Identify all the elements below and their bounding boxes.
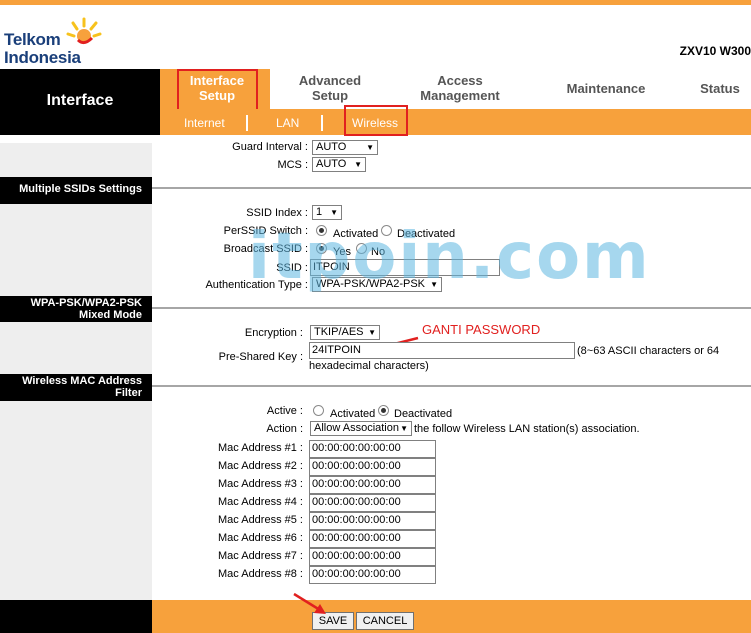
mac-address-input[interactable]: 00:00:00:00:00:00 (309, 440, 436, 458)
mac-address-label: Mac Address #7 : (218, 550, 303, 562)
mcs-label: MCS : (277, 159, 308, 171)
encryption-label: Encryption : (244, 327, 303, 339)
top-accent-bar (0, 0, 751, 5)
ssid-index-label: SSID Index : (246, 207, 308, 219)
mac-deactivated-label: Deactivated (394, 408, 453, 420)
mac-address-label: Mac Address #5 : (218, 514, 303, 526)
mcs-select[interactable]: AUTO ▼ (312, 157, 366, 172)
subnav-divider (246, 115, 248, 131)
guard-interval-select[interactable]: AUTO ▼ (312, 140, 378, 155)
footer-bar (152, 600, 751, 633)
mac-address-label: Mac Address #2 : (218, 460, 303, 472)
page-title: Interface (46, 92, 114, 109)
psk-label: Pre-Shared Key : (218, 351, 303, 363)
brand-line2: Indonesia (4, 48, 81, 67)
tab-advanced-setup[interactable]: Advanced Setup (280, 73, 380, 103)
section-divider (152, 385, 751, 387)
tab-label-line2: Setup (311, 88, 349, 103)
section-multiple-ssids: Multiple SSIDs Settings (0, 177, 152, 204)
tab-label-line1: Access (437, 73, 483, 88)
mac-address-label: Mac Address #4 : (218, 496, 303, 508)
mac-deactivated-radio[interactable] (378, 405, 389, 416)
telkom-logo: Telkom Indonesia (2, 10, 112, 67)
sun-logo-icon (66, 17, 102, 45)
sub-nav (160, 109, 751, 135)
section-divider (152, 307, 751, 309)
mac-activated-label: Activated (330, 408, 376, 420)
mac-address-input[interactable]: 00:00:00:00:00:00 (309, 548, 436, 566)
mac-address-label: Mac Address #6 : (218, 532, 303, 544)
footer-left (0, 600, 152, 633)
mac-activated-radio[interactable] (313, 405, 324, 416)
chevron-down-icon: ▼ (354, 160, 362, 169)
subtab-internet[interactable]: Internet (184, 116, 225, 130)
mac-address-input[interactable]: 00:00:00:00:00:00 (309, 458, 436, 476)
subtab-lan[interactable]: LAN (276, 116, 299, 130)
guard-interval-label: Guard Interval : (232, 141, 308, 153)
tab-label-line1: Status (700, 81, 740, 96)
mac-address-input[interactable]: 00:00:00:00:00:00 (309, 494, 436, 512)
highlight-box-wireless (344, 105, 408, 136)
section-wpa-mixed: WPA-PSK/WPA2-PSK Mixed Mode (0, 296, 152, 322)
psk-hint-line2: hexadecimal characters) (309, 360, 429, 372)
cancel-button[interactable]: CANCEL (356, 612, 414, 630)
mac-action-label: Action : (266, 423, 303, 435)
mac-address-input[interactable]: 00:00:00:00:00:00 (309, 512, 436, 530)
mac-address-input[interactable]: 00:00:00:00:00:00 (309, 566, 436, 584)
mac-address-input[interactable]: 00:00:00:00:00:00 (309, 530, 436, 548)
left-gray-column (0, 143, 152, 600)
tab-status[interactable]: Status (690, 81, 750, 96)
mac-action-value: Allow Association (314, 422, 399, 434)
device-model: ZXV10 W300 (679, 44, 751, 58)
annotation-ganti-password: GANTI PASSWORD (422, 322, 541, 337)
psk-hint-line1: (8~63 ASCII characters or 64 (577, 345, 720, 357)
mac-address-label: Mac Address #3 : (218, 478, 303, 490)
tab-label-line1: Advanced (298, 73, 362, 88)
tab-maintenance[interactable]: Maintenance (556, 81, 656, 96)
mcs-value: AUTO (316, 158, 347, 170)
ssid-index-select[interactable]: 1 ▼ (312, 205, 342, 220)
section-mac-filter: Wireless MAC Address Filter (0, 374, 152, 401)
mac-address-input[interactable]: 00:00:00:00:00:00 (309, 476, 436, 494)
mac-address-label: Mac Address #8 : (218, 568, 303, 580)
watermark: itpoin.com (248, 220, 651, 294)
mac-active-label: Active : (266, 405, 303, 417)
highlight-box-interface-setup (177, 69, 258, 112)
chevron-down-icon: ▼ (330, 208, 338, 217)
encryption-value: TKIP/AES (314, 326, 364, 338)
subnav-divider (321, 115, 323, 131)
tab-label-line2: Management (420, 88, 500, 103)
psk-input[interactable]: 24ITPOIN (309, 342, 575, 359)
mac-action-select[interactable]: Allow Association ▼ (310, 421, 412, 436)
chevron-down-icon: ▼ (366, 143, 374, 152)
chevron-down-icon: ▼ (400, 424, 408, 433)
brand-line1: Telkom (4, 30, 61, 49)
tab-access-management[interactable]: Access Management (410, 73, 510, 103)
mac-address-label: Mac Address #1 : (218, 442, 303, 454)
ssid-index-value: 1 (316, 206, 323, 218)
guard-interval-value: AUTO (316, 141, 347, 153)
mac-action-suffix: the follow Wireless LAN station(s) assoc… (414, 423, 640, 435)
annotation-arrow-icon (293, 592, 326, 614)
section-divider (152, 187, 751, 189)
tab-label-line1: Maintenance (566, 81, 646, 96)
